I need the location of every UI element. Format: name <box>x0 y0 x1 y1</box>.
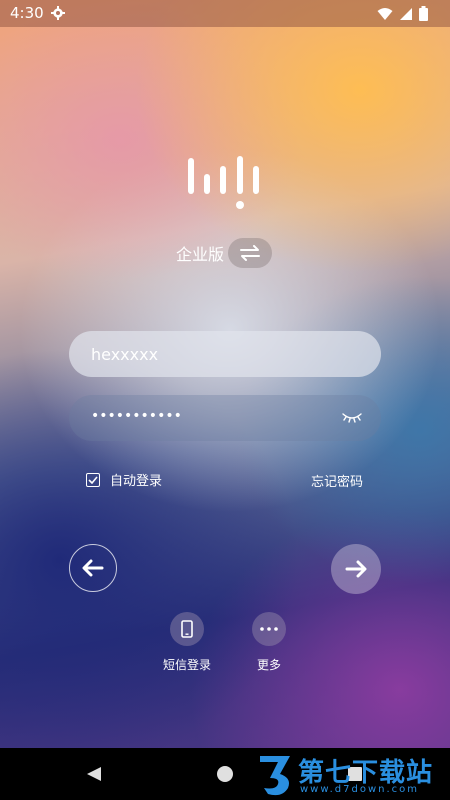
signal-icon <box>400 7 412 20</box>
watermark-url: www.d7down.com <box>300 784 420 795</box>
watermark-logo-icon <box>260 756 290 796</box>
back-button[interactable] <box>69 544 117 592</box>
arrow-left-icon <box>82 559 104 577</box>
status-bar: 4:30 <box>0 0 450 27</box>
check-icon <box>88 475 98 484</box>
sms-login-button[interactable] <box>170 612 204 646</box>
password-input[interactable]: ••••••••••• <box>91 408 182 424</box>
phone-icon <box>181 620 193 638</box>
auto-login-checkbox[interactable] <box>86 472 100 487</box>
sms-login-label: 短信登录 <box>162 658 211 672</box>
forgot-password-link[interactable]: 忘记密码 <box>311 471 363 490</box>
status-time: 4:30 <box>10 4 44 22</box>
nav-home-icon[interactable] <box>217 766 233 782</box>
next-button[interactable] <box>331 544 381 594</box>
nav-back-icon[interactable] <box>86 766 102 782</box>
auto-login-toggle[interactable]: 自动登录 <box>86 470 162 489</box>
edition-label: 企业版 <box>176 245 225 264</box>
password-field-wrapper[interactable]: ••••••••••• <box>69 395 381 441</box>
username-field-wrapper <box>69 331 381 377</box>
more-button[interactable] <box>252 612 286 646</box>
battery-icon <box>419 6 428 21</box>
username-input[interactable] <box>91 331 341 377</box>
login-screen: 4:30 企业版 hexxxxx ••••••••••• 自动登录 忘记密码 短… <box>0 0 450 800</box>
auto-login-label: 自动登录 <box>110 474 163 489</box>
more-dots-icon <box>260 627 278 631</box>
sound-bars-logo-icon <box>188 156 259 209</box>
edition-row: 企业版 <box>176 238 273 268</box>
more-option[interactable]: 更多 <box>234 612 304 673</box>
status-icons <box>377 6 428 21</box>
wifi-icon <box>377 7 393 20</box>
switch-edition-button[interactable] <box>228 238 273 268</box>
eye-closed-icon[interactable] <box>341 410 363 424</box>
sms-login-option[interactable]: 短信登录 <box>152 612 222 673</box>
gear-icon <box>51 6 65 20</box>
more-label: 更多 <box>256 658 281 672</box>
watermark: 第七下载站 www.d7down.com <box>256 752 446 798</box>
arrow-right-icon <box>345 560 367 578</box>
swap-arrows-icon <box>240 245 261 261</box>
